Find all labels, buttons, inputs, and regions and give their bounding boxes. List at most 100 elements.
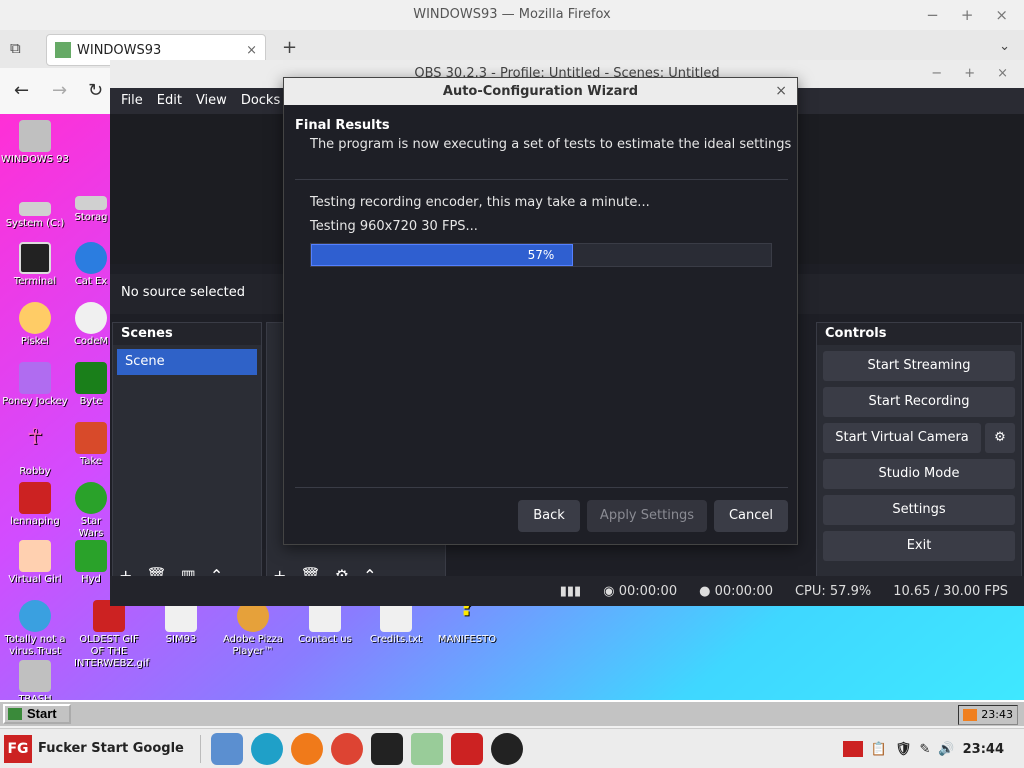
cancel-button[interactable]: Cancel <box>714 500 788 532</box>
maximize-button[interactable]: + <box>961 0 974 30</box>
desktop-icon-oldest-gif[interactable]: OLDEST GIF OF THE INTERWEBZ.gif <box>74 600 149 670</box>
stream-time: ◉ 00:00:00 <box>603 583 678 599</box>
favicon-icon <box>55 42 71 58</box>
tray-app-icon[interactable] <box>842 741 863 757</box>
tab-overview-icon[interactable]: ⧉ <box>10 39 21 57</box>
close-button[interactable]: × <box>995 0 1008 30</box>
obs-minimize-button[interactable]: − <box>931 60 942 88</box>
file-manager-icon[interactable] <box>210 732 243 765</box>
wizard-progress-label: 57% <box>527 248 555 262</box>
desktop-icon-manifesto[interactable]: ?MANIFESTO <box>432 592 502 646</box>
update-icon[interactable] <box>410 732 443 765</box>
desktop-icon-byte[interactable]: Byte <box>72 362 110 408</box>
obs-statusbar: ▮▮▮ ◉ 00:00:00 ● 00:00:00 CPU: 57.9% 10.… <box>110 576 1024 606</box>
wizard-titlebar: Auto-Configuration Wizard × <box>284 78 797 105</box>
rss-icon[interactable] <box>963 709 977 721</box>
fps-readout: 10.65 / 30.00 FPS <box>893 583 1008 599</box>
apply-settings-button[interactable]: Apply Settings <box>587 500 707 532</box>
start-streaming-button[interactable]: Start Streaming <box>823 351 1015 381</box>
controls-title: Controls <box>817 323 1021 345</box>
desktop-icon-poney-jockey[interactable]: Poney Jockey <box>0 362 70 408</box>
desktop-icon-lennaping[interactable]: lennaping <box>0 482 70 528</box>
tab-close-icon[interactable]: × <box>246 43 257 58</box>
menu-view[interactable]: View <box>196 88 227 114</box>
menu-edit[interactable]: Edit <box>157 88 182 114</box>
exit-button[interactable]: Exit <box>823 531 1015 561</box>
new-tab-button[interactable]: + <box>282 37 297 58</box>
record-time: ● 00:00:00 <box>699 583 773 599</box>
wizard-progress-bar: 57% <box>310 243 772 267</box>
desktop-icon-contact-us[interactable]: Contact us <box>290 600 360 646</box>
obs-close-button[interactable]: × <box>997 60 1008 88</box>
wizard-heading: Final Results <box>295 118 390 133</box>
wizard-divider <box>295 179 788 180</box>
signal-icon: ▮▮▮ <box>559 583 582 599</box>
os-panel: FG Fucker Start Google 📋 🛡 ✎ 🔊 23:44 <box>0 728 1024 768</box>
wizard-close-icon[interactable]: × <box>775 78 787 105</box>
no-source-label: No source selected <box>121 285 245 300</box>
start-logo-icon <box>8 708 22 720</box>
windows93-start-button[interactable]: Start <box>3 704 71 724</box>
firefox-window-controls: − + × <box>926 0 1008 30</box>
firefox-titlebar: WINDOWS93 — Mozilla Firefox − + × <box>0 0 1024 30</box>
system-tray: 📋 🛡 ✎ 🔊 23:44 <box>842 729 1024 768</box>
desktop-icon-sim93[interactable]: SIM93 <box>146 600 216 646</box>
wizard-footer-divider <box>295 487 788 488</box>
scenes-dock: Scenes Scene + 🗑 ▥ ⌃ <box>112 322 262 592</box>
desktop-icon-robby[interactable]: ☥ Robby <box>0 427 70 478</box>
desktop-icon-storage[interactable]: Storag <box>72 186 110 224</box>
os-menu-logo-icon: FG <box>4 734 32 763</box>
shield-icon[interactable]: 🛡 <box>895 742 912 757</box>
font-app-icon[interactable] <box>450 732 483 765</box>
virtual-camera-settings-icon[interactable]: ⚙ <box>985 423 1015 453</box>
back-arrow-icon[interactable]: ← <box>14 80 29 101</box>
desktop-icon-star-wars[interactable]: Star Wars <box>72 482 110 540</box>
os-start-menu[interactable]: FG Fucker Start Google <box>0 729 194 768</box>
desktop-icon-take[interactable]: Take <box>72 422 110 468</box>
wizard-subheading: The program is now executing a set of te… <box>310 137 792 152</box>
os-clock: 23:44 <box>962 741 1004 757</box>
windows93-clock: 23:43 <box>958 705 1018 725</box>
scenes-title: Scenes <box>113 323 261 345</box>
desktop-icon-cat-explorer[interactable]: Cat Ex <box>72 242 110 288</box>
menu-docks[interactable]: Docks <box>241 88 280 114</box>
tab-title: WINDOWS93 <box>77 42 162 58</box>
menu-file[interactable]: File <box>121 88 143 114</box>
desktop-icon-windows93[interactable]: WINDOWS 93 <box>0 120 70 166</box>
clipboard-icon[interactable]: 📋 <box>871 742 887 757</box>
scene-item[interactable]: Scene <box>117 349 257 375</box>
desktop-icon-adobe-pizza-player[interactable]: Adobe Pizza Player™ <box>218 600 288 658</box>
edge-dev-icon[interactable] <box>250 732 283 765</box>
firefox-icon[interactable] <box>290 732 323 765</box>
obs-window-controls: − + × <box>931 60 1008 88</box>
obs-maximize-button[interactable]: + <box>964 60 975 88</box>
desktop-icon-piskel[interactable]: Piskel <box>0 302 70 348</box>
windows93-taskbar: Start 23:43 <box>0 700 1024 726</box>
reload-icon[interactable]: ↻ <box>88 80 103 101</box>
obs-icon[interactable] <box>490 732 523 765</box>
forward-arrow-icon[interactable]: → <box>52 80 67 101</box>
desktop-icon-system[interactable]: System (C:) <box>0 192 70 230</box>
controls-dock: Controls Start Streaming Start Recording… <box>816 322 1022 592</box>
studio-mode-button[interactable]: Studio Mode <box>823 459 1015 489</box>
tool-icon[interactable]: ✎ <box>920 742 931 757</box>
desktop-icon-codemirror[interactable]: CodeM <box>72 302 110 348</box>
desktop-icon-terminal[interactable]: Terminal <box>0 242 70 288</box>
terminal-icon[interactable] <box>370 732 403 765</box>
wizard-status-line-2: Testing 960x720 30 FPS... <box>310 219 478 234</box>
minimize-button[interactable]: − <box>926 0 939 30</box>
start-recording-button[interactable]: Start Recording <box>823 387 1015 417</box>
wizard-status-line-1: Testing recording encoder, this may take… <box>310 195 650 210</box>
volume-icon[interactable]: 🔊 <box>938 742 954 757</box>
desktop-icon-credits[interactable]: Credits.txt <box>361 600 431 646</box>
settings-button[interactable]: Settings <box>823 495 1015 525</box>
start-virtual-camera-button[interactable]: Start Virtual Camera <box>823 423 981 453</box>
chrome-icon[interactable] <box>330 732 363 765</box>
firefox-window-title: WINDOWS93 — Mozilla Firefox <box>413 7 611 22</box>
back-button[interactable]: Back <box>518 500 580 532</box>
auto-config-wizard: Auto-Configuration Wizard × Final Result… <box>283 77 798 545</box>
list-tabs-icon[interactable]: ⌄ <box>999 39 1010 54</box>
cpu-usage: CPU: 57.9% <box>794 583 872 599</box>
desktop-icon-virtual-girl[interactable]: Virtual Girl <box>0 540 70 586</box>
desktop-icon-hyd[interactable]: Hyd <box>72 540 110 586</box>
